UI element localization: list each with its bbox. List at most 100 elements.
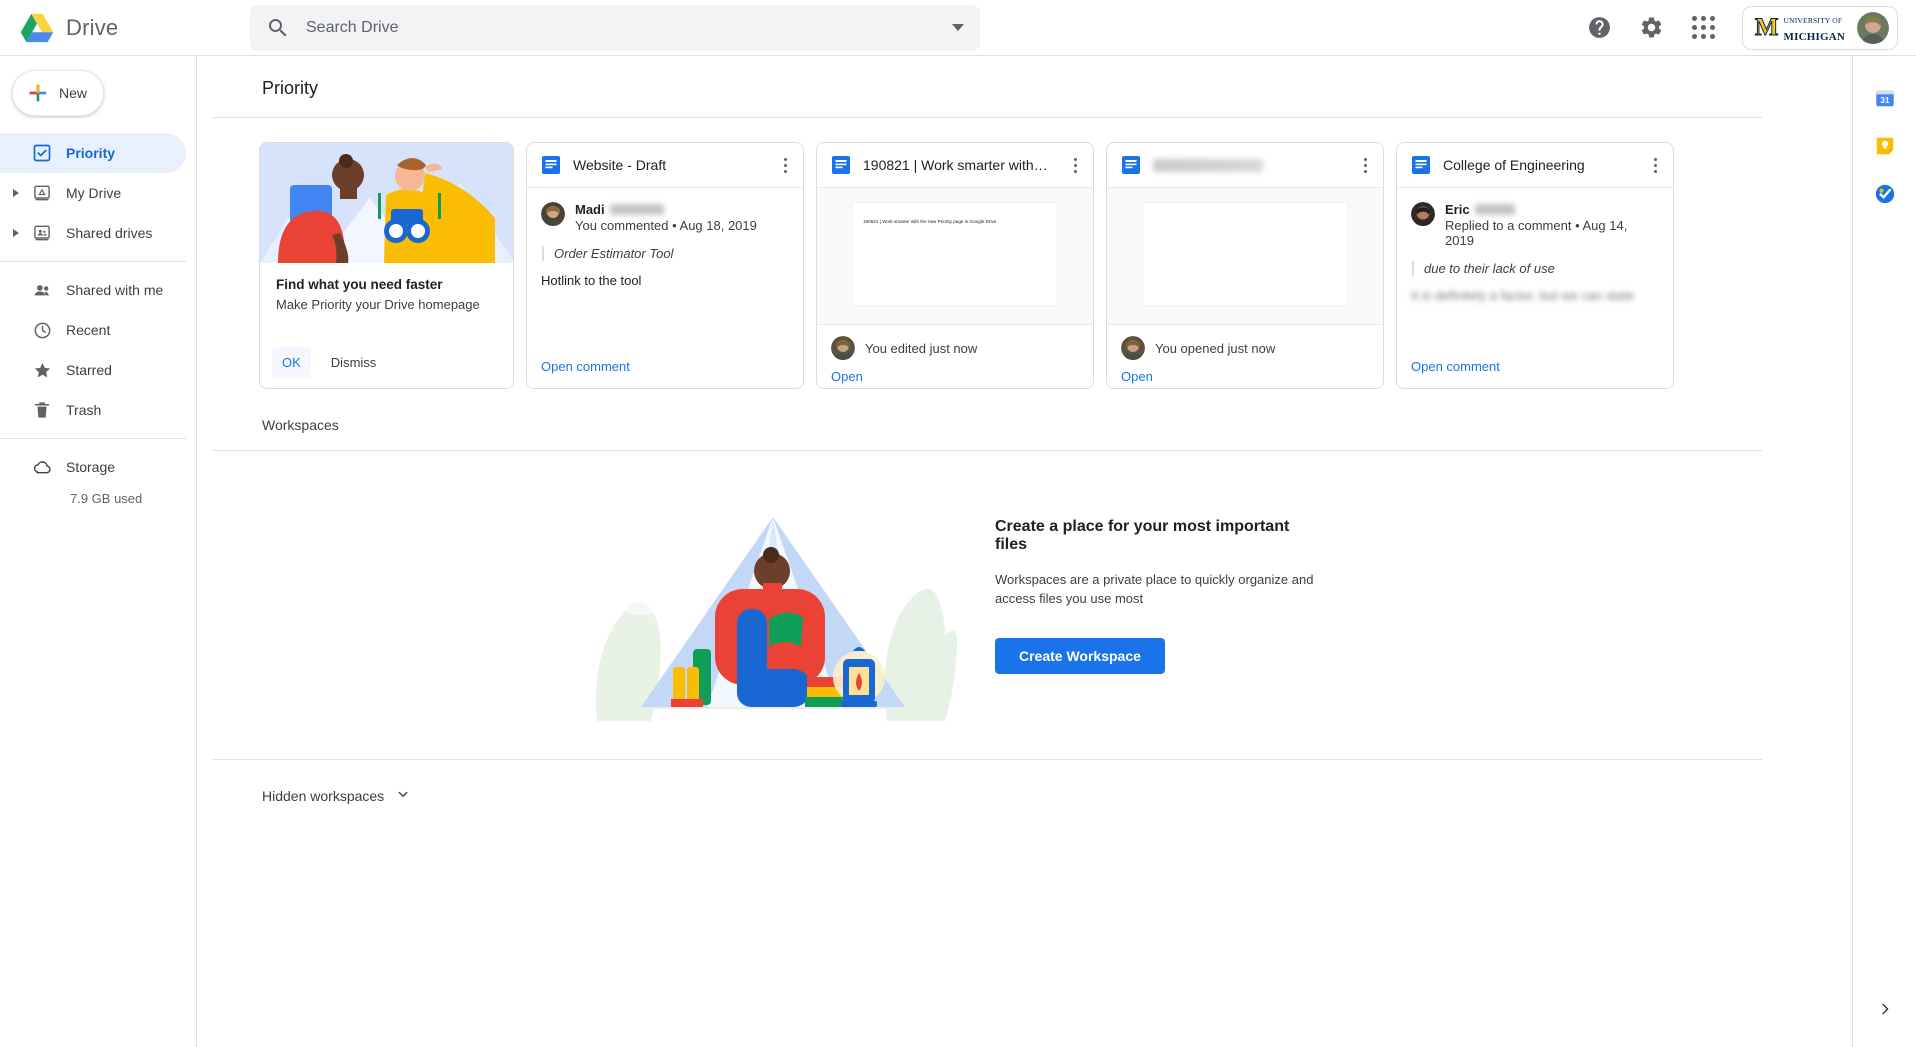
comment-author: Madi <box>575 202 605 217</box>
sidebar-item-label: Starred <box>66 362 112 378</box>
promo-dismiss-button[interactable]: Dismiss <box>321 347 387 378</box>
shared-drives-icon <box>24 223 60 243</box>
kebab-menu-icon[interactable] <box>1353 153 1377 177</box>
cloud-icon <box>24 456 60 478</box>
people-icon <box>24 280 60 301</box>
sidebar-item-trash[interactable]: Trash <box>0 390 186 430</box>
org-logo-line1: UNIVERSITY OF <box>1783 15 1843 25</box>
sidebar-item-label: Priority <box>66 145 116 161</box>
open-link[interactable]: Open <box>1121 369 1383 384</box>
storage-used-value: 7.9 GB used <box>70 491 143 506</box>
sidebar-item-my-drive[interactable]: My Drive <box>0 173 186 213</box>
google-keep-icon[interactable] <box>1853 122 1916 170</box>
avatar[interactable] <box>1857 11 1889 44</box>
activity-status: You edited just now <box>865 340 978 356</box>
search-icon <box>266 16 290 40</box>
comment-quote: Order Estimator Tool <box>542 246 789 261</box>
sidebar-item-shared-drives[interactable]: Shared drives <box>0 213 186 253</box>
sidebar-item-priority[interactable]: Priority <box>0 133 186 173</box>
brand[interactable]: Drive <box>0 13 250 43</box>
sidebar-item-label: My Drive <box>66 185 122 201</box>
priority-promo-card: Find what you need faster Make Priority … <box>259 142 514 389</box>
google-docs-icon <box>541 155 561 175</box>
workspaces-divider <box>212 450 1762 451</box>
priority-card-preview-redacted[interactable]: 1 You o <box>1106 142 1384 389</box>
sidebar-nav: Priority My Drive Shared drives Shared w… <box>0 133 196 506</box>
apps-grid-icon[interactable] <box>1690 14 1718 42</box>
promo-subtext: Make Priority your Drive homepage <box>276 297 480 312</box>
open-comment-link[interactable]: Open comment <box>1411 359 1500 374</box>
promo-heading: Find what you need faster <box>276 277 443 292</box>
priority-card-comment-website-draft[interactable]: Website - Draft Madi You commented • Aug… <box>526 142 804 389</box>
sidebar-item-starred[interactable]: Starred <box>0 350 186 390</box>
account-chip[interactable]: M UNIVERSITY OF MICHIGAN <box>1741 5 1898 50</box>
kebab-menu-icon[interactable] <box>1063 153 1087 177</box>
avatar <box>1121 336 1145 360</box>
card-title: 190821 | Work smarter with the … <box>863 157 1051 173</box>
sidebar-item-storage[interactable]: Storage <box>0 447 196 487</box>
google-docs-icon <box>1411 155 1431 175</box>
promo-ok-button[interactable]: OK <box>272 347 311 378</box>
org-logo-line2: MICHIGAN <box>1783 30 1845 43</box>
help-icon[interactable] <box>1586 14 1614 42</box>
michigan-m-mark: M <box>1754 14 1779 41</box>
comment-body: It is definitely a factor, but we can st… <box>1411 288 1635 303</box>
my-drive-icon <box>24 183 60 203</box>
side-panel-rail: 31 <box>1852 56 1916 1047</box>
star-icon <box>24 360 60 381</box>
gear-icon[interactable] <box>1638 14 1666 42</box>
kebab-menu-icon[interactable] <box>773 153 797 177</box>
preview-text: 190821 | Work smarter with the new Prior… <box>863 219 997 224</box>
workspaces-section-header: Workspaces <box>197 389 1843 433</box>
create-workspace-button[interactable]: Create Workspace <box>995 638 1165 675</box>
sidebar-item-recent[interactable]: Recent <box>0 310 186 350</box>
hidden-workspaces-toggle[interactable]: Hidden workspaces <box>197 760 1843 806</box>
card-title: College of Engineering <box>1443 157 1585 173</box>
document-preview[interactable]: 190821 | Work smarter with the new Prior… <box>817 188 1093 324</box>
top-app-bar: Drive M UNIVERSITY OF <box>0 0 1916 56</box>
clock-icon <box>24 320 60 341</box>
chevron-right-icon[interactable] <box>1853 989 1916 1029</box>
activity-status: You opened just now <box>1155 340 1276 356</box>
sidebar-item-label: Shared with me <box>66 282 164 298</box>
sidebar-item-label: Trash <box>66 402 102 418</box>
trash-icon <box>24 400 60 420</box>
expand-triangle-icon[interactable] <box>8 189 24 197</box>
google-docs-icon <box>1121 155 1141 175</box>
card-title: Website - Draft <box>573 157 667 173</box>
drive-logo-icon <box>20 13 54 43</box>
university-of-michigan-logo-icon: M UNIVERSITY OF MICHIGAN <box>1754 11 1845 45</box>
google-tasks-icon[interactable] <box>1853 170 1916 218</box>
priority-card-preview-190821[interactable]: 190821 | Work smarter with the … 190821 … <box>816 142 1094 389</box>
workspaces-empty-state: Create a place for your most important f… <box>197 471 1843 721</box>
redacted-surname <box>609 204 664 215</box>
camping-tent-illustration <box>587 471 958 721</box>
new-button[interactable]: New <box>12 70 104 116</box>
comment-quote: due to their lack of use <box>1412 261 1659 276</box>
kebab-menu-icon[interactable] <box>1643 153 1667 177</box>
svg-text:31: 31 <box>1880 96 1890 105</box>
sidebar-divider <box>0 261 186 262</box>
search-bar[interactable] <box>250 4 980 51</box>
sidebar-item-label: Recent <box>66 322 111 338</box>
comment-meta: You commented • Aug 18, 2019 <box>575 218 757 233</box>
search-options-chevron-down-icon[interactable] <box>952 24 964 31</box>
open-comment-link[interactable]: Open comment <box>541 359 630 374</box>
storage-label: Storage <box>66 459 116 475</box>
hidden-workspaces-label: Hidden workspaces <box>262 787 385 804</box>
open-link[interactable]: Open <box>831 369 1093 384</box>
comment-author: Eric <box>1445 202 1470 217</box>
document-preview[interactable] <box>1107 188 1383 324</box>
chevron-down-icon <box>394 785 412 806</box>
comment-body: Hotlink to the tool <box>541 273 642 288</box>
sidebar: New Priority My Drive Shared drives Shar… <box>0 56 196 1047</box>
avatar <box>1411 202 1435 226</box>
comment-meta: Replied to a comment • Aug 14, 2019 <box>1445 218 1628 248</box>
search-input[interactable] <box>306 18 936 37</box>
sidebar-item-shared-with-me[interactable]: Shared with me <box>0 270 186 310</box>
expand-triangle-icon[interactable] <box>8 229 24 237</box>
avatar <box>831 336 855 360</box>
page-title: Priority <box>262 78 319 98</box>
google-calendar-icon[interactable]: 31 <box>1853 74 1916 122</box>
priority-card-comment-college-of-engineering[interactable]: College of Engineering Eric Replied to a… <box>1396 142 1674 389</box>
